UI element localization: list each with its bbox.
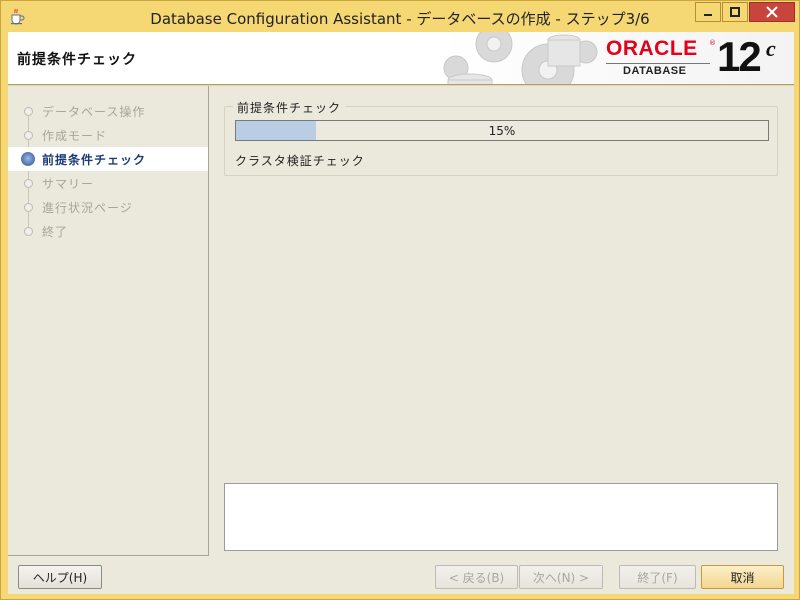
minimize-button[interactable] [695,2,721,22]
step-summary[interactable]: サマリー [8,171,208,195]
details-text-area[interactable] [224,483,778,551]
help-button[interactable]: ヘルプ(H) [18,565,102,589]
version-number: 12 [717,33,762,80]
back-button[interactable]: < 戻る(B) [435,565,518,589]
close-icon [766,6,778,18]
oracle-logo: ORACLE [606,37,698,60]
step-label: 前提条件チェック [42,153,147,167]
prerequisite-check-group: 前提条件チェック 15% クラスタ検証チェック [224,99,778,176]
group-title: 前提条件チェック [233,99,346,116]
status-text: クラスタ検証チェック [235,154,365,168]
gears-and-database-icon [443,32,598,84]
version-suffix: c [766,36,776,61]
maximize-button[interactable] [722,2,748,22]
logo-divider [606,63,710,64]
database-label: DATABASE [623,65,687,77]
progress-bar: 15% [235,120,769,141]
step-label: 進行状況ページ [42,201,133,215]
registered-mark: ® [709,39,716,47]
title-bar[interactable]: Database Configuration Assistant - データベー… [1,1,799,32]
finish-button[interactable]: 終了(F) [619,565,696,589]
step-indicator-active [21,152,35,166]
minimize-icon [704,14,712,16]
java-cup-icon[interactable] [9,7,25,25]
step-prerequisite-checks[interactable]: 前提条件チェック [8,147,208,171]
step-label: 終了 [42,225,69,239]
step-label: データベース操作 [42,105,146,119]
step-creation-mode[interactable]: 作成モード [8,123,208,147]
step-indicator [24,107,33,116]
step-database-operation[interactable]: データベース操作 [8,99,208,123]
step-navigator: データベース操作 作成モード 前提条件チェック サマリー 進行状況ページ 終了 [8,86,209,556]
maximize-icon [730,7,740,17]
page-title: 前提条件チェック [17,52,137,68]
step-indicator [24,179,33,188]
step-indicator [24,203,33,212]
dbca-window: Database Configuration Assistant - データベー… [0,0,800,600]
cancel-button[interactable]: 取消 [701,565,784,589]
step-label: サマリー [42,177,95,191]
close-button[interactable] [749,2,795,22]
step-indicator [24,131,33,140]
content-area: データベース操作 作成モード 前提条件チェック サマリー 進行状況ページ 終了 [8,86,794,594]
step-finish[interactable]: 終了 [8,219,208,243]
next-button[interactable]: 次へ(N) > [519,565,603,589]
step-label: 作成モード [42,129,108,143]
header-banner: 前提条件チェック ORACLE ® DATABASE 12 c [8,32,794,85]
progress-percent: 15% [488,124,516,138]
window-title: Database Configuration Assistant - データベー… [150,10,650,28]
step-indicator [24,227,33,236]
step-progress-page[interactable]: 進行状況ページ [8,195,208,219]
